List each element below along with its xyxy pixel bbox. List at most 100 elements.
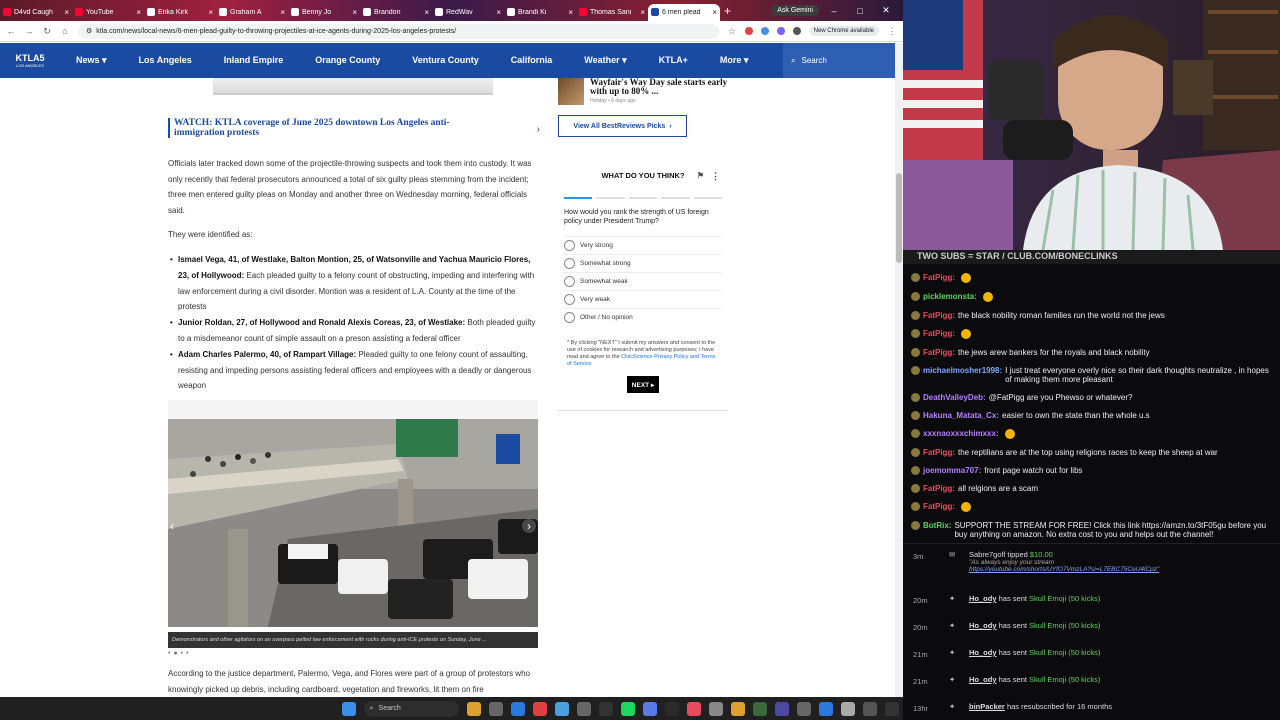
browser-tab[interactable]: YouTube × <box>72 4 144 21</box>
close-tab-icon[interactable]: × <box>64 8 69 17</box>
taskbar-app-icon[interactable] <box>775 701 789 716</box>
close-tab-icon[interactable]: × <box>280 8 285 17</box>
close-window-icon[interactable]: ✕ <box>875 5 897 16</box>
nav-item[interactable]: News ▾ <box>60 55 123 66</box>
taskbar-app-icon[interactable] <box>885 701 899 716</box>
sidebar-ad[interactable]: Wayfair's Way Day sale starts early with… <box>558 78 728 105</box>
poll-option[interactable]: Somewhat strong <box>564 254 722 272</box>
ktla-logo[interactable]: KTLA5 LOS ANGELES <box>0 53 60 68</box>
close-tab-icon[interactable]: × <box>424 8 429 17</box>
browser-tab[interactable]: Thomas Sani × <box>576 4 648 21</box>
gallery-dots[interactable]: •●•• <box>168 650 192 657</box>
close-tab-icon[interactable]: × <box>640 8 645 17</box>
radio-button[interactable] <box>564 276 575 287</box>
poll-option[interactable]: Other / No opinion <box>564 308 722 326</box>
maximize-icon[interactable]: □ <box>849 6 871 16</box>
poll-option[interactable]: Very strong <box>564 236 722 254</box>
taskbar-app-icon[interactable] <box>621 701 635 716</box>
site-search[interactable]: ⌕ Search <box>783 43 895 78</box>
event-user[interactable]: binPacker <box>969 702 1005 711</box>
nav-item[interactable]: More ▾ <box>704 55 765 66</box>
event-user[interactable]: Ho_ody <box>969 594 997 603</box>
minimize-icon[interactable]: – <box>823 6 845 16</box>
browser-tab[interactable]: RedWav × <box>432 4 504 21</box>
nav-item[interactable]: California <box>495 55 569 66</box>
chat-username[interactable]: DeathValleyDeb: <box>923 393 986 402</box>
taskbar-app-icon[interactable] <box>709 701 723 716</box>
taskbar-app-icon[interactable] <box>753 701 767 716</box>
forward-icon[interactable]: → <box>24 26 34 36</box>
extension-icon[interactable] <box>776 27 785 35</box>
new-chrome-button[interactable]: New Chrome available <box>808 26 879 36</box>
taskbar-app-icon[interactable] <box>731 701 745 716</box>
browser-tab[interactable]: D4vd Caugh × <box>0 4 72 21</box>
back-icon[interactable]: ← <box>6 26 16 36</box>
new-tab-icon[interactable]: + <box>724 4 731 18</box>
extension-icon[interactable] <box>744 27 753 35</box>
chat-username[interactable]: Hakuna_Matata_Cx: <box>923 411 999 420</box>
nav-item[interactable]: Ventura County <box>396 55 495 66</box>
chat-username[interactable]: FatPigg: <box>923 273 955 283</box>
nav-item[interactable]: Los Angeles <box>123 55 208 66</box>
browser-tab[interactable]: Brandi Ki × <box>504 4 576 21</box>
menu-icon[interactable]: ⋮ <box>887 26 897 37</box>
windows-start-icon[interactable] <box>341 701 356 716</box>
url-field[interactable]: ⚙ ktla.com/news/local-news/6-men-plead-g… <box>78 23 719 39</box>
taskbar-app-icon[interactable] <box>863 701 877 716</box>
poll-option[interactable]: Very weak <box>564 290 722 308</box>
chat-username[interactable]: joemomma707: <box>923 466 981 475</box>
taskbar-app-icon[interactable] <box>489 701 503 716</box>
nav-item[interactable]: Inland Empire <box>208 55 300 66</box>
chat-username[interactable]: BotRix: <box>923 521 951 539</box>
close-tab-icon[interactable]: × <box>352 8 357 17</box>
scrollbar-thumb[interactable] <box>896 173 902 263</box>
bookmark-star-icon[interactable]: ☆ <box>727 26 737 37</box>
home-icon[interactable]: ⌂ <box>60 26 70 36</box>
radio-button[interactable] <box>564 294 575 305</box>
chat-username[interactable]: michaelmosher1998: <box>923 366 1002 384</box>
nav-item[interactable]: KTLA+ <box>643 55 704 66</box>
page-scrollbar[interactable] <box>895 43 903 697</box>
poll-option[interactable]: Somewhat weak <box>564 272 722 290</box>
radio-button[interactable] <box>564 312 575 323</box>
taskbar-app-icon[interactable] <box>687 701 701 716</box>
event-user[interactable]: Ho_ody <box>969 621 997 630</box>
taskbar-app-icon[interactable] <box>511 701 525 716</box>
reload-icon[interactable]: ↻ <box>42 26 52 37</box>
chat-username[interactable]: picklemonsta: <box>923 292 977 302</box>
chat-username[interactable]: FatPigg: <box>923 311 955 320</box>
radio-button[interactable] <box>564 258 575 269</box>
browser-tab[interactable]: Brandon × <box>360 4 432 21</box>
poll-next-button[interactable]: NEXT ▸ <box>627 376 659 393</box>
flag-icon[interactable]: ⚑ <box>697 171 704 180</box>
browser-tab[interactable]: 6 men plead × <box>648 3 720 21</box>
chat-username[interactable]: xxxnaoxxxchimxxx: <box>923 429 999 439</box>
taskbar-app-icon[interactable] <box>665 701 679 716</box>
chat-username[interactable]: FatPigg: <box>923 329 955 339</box>
browser-tab[interactable]: Erika Kirk × <box>144 4 216 21</box>
close-tab-icon[interactable]: × <box>712 8 717 17</box>
taskbar-app-icon[interactable] <box>599 701 613 716</box>
gallery-next-icon[interactable]: › <box>522 519 536 533</box>
taskbar-app-icon[interactable] <box>797 701 811 716</box>
event-user[interactable]: Ho_ody <box>969 648 997 657</box>
browser-tab[interactable]: Benny Jo × <box>288 4 360 21</box>
tip-link[interactable]: https://youtube.com/shorts/UYfO7VmzLA?si… <box>969 566 1159 573</box>
taskbar-app-icon[interactable] <box>533 701 547 716</box>
close-tab-icon[interactable]: × <box>568 8 573 17</box>
taskbar-app-icon[interactable] <box>643 701 657 716</box>
extension-icon[interactable] <box>760 27 769 35</box>
view-bestreviews-button[interactable]: View All BestReviews Picks › <box>558 115 687 137</box>
chat-username[interactable]: FatPigg: <box>923 448 955 457</box>
taskbar-app-icon[interactable] <box>555 701 569 716</box>
taskbar-app-icon[interactable] <box>467 701 481 716</box>
event-user[interactable]: Ho_ody <box>969 675 997 684</box>
taskbar-app-icon[interactable] <box>841 701 855 716</box>
chat-username[interactable]: FatPigg: <box>923 502 955 512</box>
radio-button[interactable] <box>564 240 575 251</box>
close-tab-icon[interactable]: × <box>136 8 141 17</box>
protest-photo[interactable]: ‹ › <box>168 419 538 627</box>
chat-username[interactable]: FatPigg: <box>923 348 955 357</box>
close-tab-icon[interactable]: × <box>208 8 213 17</box>
taskbar-app-icon[interactable] <box>819 701 833 716</box>
